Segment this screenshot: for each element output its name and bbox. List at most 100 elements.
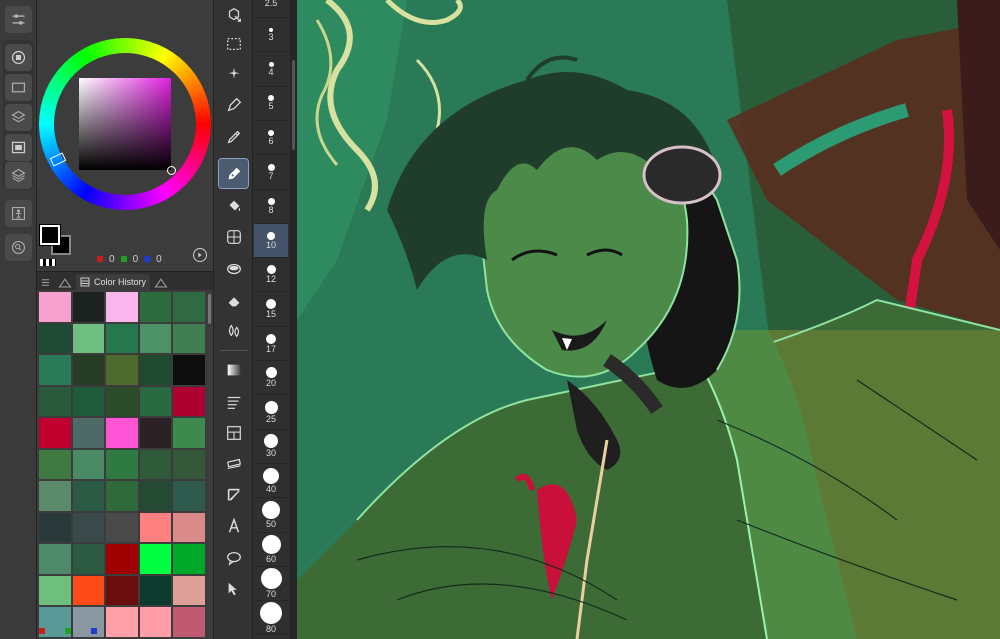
color-history-swatch[interactable] bbox=[139, 544, 171, 574]
color-history-swatch[interactable] bbox=[106, 418, 138, 448]
brush-size-item[interactable]: 6 bbox=[254, 121, 288, 156]
color-history-swatch[interactable] bbox=[106, 449, 138, 479]
frame-tool[interactable] bbox=[219, 418, 248, 447]
color-history-swatch[interactable] bbox=[39, 449, 71, 479]
color-history-swatch[interactable] bbox=[173, 323, 205, 353]
brush-size-item[interactable]: 50 bbox=[254, 499, 288, 533]
color-history-swatch[interactable] bbox=[173, 292, 205, 322]
brush-size-item[interactable]: 20 bbox=[254, 361, 288, 396]
layers-stack-icon[interactable] bbox=[5, 104, 32, 131]
color-history-swatch[interactable] bbox=[139, 323, 171, 353]
brush-size-item[interactable]: 25 bbox=[254, 396, 288, 430]
color-history-swatch[interactable] bbox=[39, 544, 71, 574]
brush-size-item[interactable]: 4 bbox=[254, 53, 288, 87]
sv-cursor[interactable] bbox=[167, 166, 176, 175]
operation-tool[interactable] bbox=[219, 0, 248, 29]
color-history-swatch[interactable] bbox=[106, 386, 138, 416]
brush-size-item[interactable]: 5 bbox=[254, 87, 288, 121]
tab-color-history[interactable]: Color History bbox=[76, 274, 151, 290]
color-panel-icon[interactable] bbox=[5, 44, 32, 71]
brush-size-item[interactable]: 2.5 bbox=[254, 0, 288, 18]
selection-tool[interactable] bbox=[219, 29, 248, 58]
color-history-swatch[interactable] bbox=[39, 292, 71, 322]
navigator-icon[interactable] bbox=[5, 134, 32, 161]
color-history-swatch[interactable] bbox=[173, 355, 205, 385]
brush-size-item[interactable]: 60 bbox=[254, 533, 288, 567]
color-wheel[interactable] bbox=[39, 38, 211, 210]
color-history-swatch[interactable] bbox=[139, 481, 171, 511]
color-history-swatch[interactable] bbox=[72, 418, 104, 448]
color-history-swatch[interactable] bbox=[139, 607, 171, 637]
color-history-swatch[interactable] bbox=[139, 449, 171, 479]
brush-size-item[interactable]: 10 bbox=[254, 224, 288, 259]
brush-size-item[interactable]: 30 bbox=[254, 430, 288, 464]
color-history-swatch[interactable] bbox=[72, 449, 104, 479]
color-history-swatch[interactable] bbox=[173, 607, 205, 637]
drawing-canvas[interactable] bbox=[297, 0, 1000, 639]
color-history-swatch[interactable] bbox=[72, 575, 104, 605]
correct-line-tool[interactable] bbox=[219, 480, 248, 509]
color-history-swatch[interactable] bbox=[139, 418, 171, 448]
color-history-swatch[interactable] bbox=[173, 544, 205, 574]
search-help-icon[interactable] bbox=[5, 234, 32, 261]
color-history-swatch[interactable] bbox=[106, 355, 138, 385]
brush-size-item[interactable]: 17 bbox=[254, 327, 288, 361]
text-tool[interactable] bbox=[219, 511, 248, 540]
color-history-swatch[interactable] bbox=[72, 386, 104, 416]
perspective-tool[interactable] bbox=[219, 222, 248, 251]
color-history-swatch[interactable] bbox=[173, 575, 205, 605]
color-history-swatch[interactable] bbox=[72, 512, 104, 542]
eraser-tool[interactable] bbox=[219, 286, 248, 315]
color-history-swatch[interactable] bbox=[72, 323, 104, 353]
brush-size-item[interactable]: 3 bbox=[254, 18, 288, 53]
color-history-swatch[interactable] bbox=[39, 418, 71, 448]
brush-size-item[interactable]: 8 bbox=[254, 190, 288, 224]
color-history-swatch[interactable] bbox=[39, 512, 71, 542]
color-history-swatch[interactable] bbox=[139, 386, 171, 416]
history-scrollbar[interactable] bbox=[208, 294, 211, 324]
color-history-swatch[interactable] bbox=[72, 544, 104, 574]
layer-panel-icon[interactable] bbox=[5, 74, 32, 101]
brush-size-scroll-thumb[interactable] bbox=[292, 60, 295, 150]
move-tool[interactable] bbox=[219, 574, 248, 603]
color-history-swatch[interactable] bbox=[106, 544, 138, 574]
color-history-swatch[interactable] bbox=[173, 512, 205, 542]
material-icon[interactable] bbox=[5, 162, 32, 189]
saturation-value-square[interactable] bbox=[79, 78, 171, 170]
color-history-swatch[interactable] bbox=[139, 575, 171, 605]
gradient-tool[interactable] bbox=[219, 355, 248, 384]
color-history-swatch[interactable] bbox=[106, 575, 138, 605]
color-history-swatch[interactable] bbox=[72, 292, 104, 322]
brush-size-item[interactable]: 7 bbox=[254, 156, 288, 190]
color-history-swatch[interactable] bbox=[39, 355, 71, 385]
eyedropper-tool[interactable] bbox=[219, 122, 248, 151]
decoration-tool[interactable] bbox=[219, 254, 248, 283]
panel-menu-icon[interactable] bbox=[37, 274, 54, 290]
color-history-swatch[interactable] bbox=[139, 512, 171, 542]
auto-select-tool[interactable] bbox=[219, 59, 248, 88]
color-history-swatch[interactable] bbox=[39, 575, 71, 605]
color-mode-next-icon[interactable] bbox=[193, 248, 207, 262]
tab-intermediate-color[interactable] bbox=[150, 274, 172, 290]
ruler-tool[interactable] bbox=[219, 449, 248, 478]
color-history-swatch[interactable] bbox=[173, 386, 205, 416]
color-history-swatch[interactable] bbox=[106, 292, 138, 322]
figure-pose-icon[interactable] bbox=[5, 200, 32, 227]
transparent-color-swatch[interactable] bbox=[40, 259, 56, 266]
color-history-swatch[interactable] bbox=[173, 481, 205, 511]
brush-size-item[interactable]: 70 bbox=[254, 567, 288, 602]
color-history-swatch[interactable] bbox=[106, 512, 138, 542]
brush-size-item[interactable]: 80 bbox=[254, 601, 288, 636]
balloon-tool[interactable] bbox=[219, 543, 248, 572]
color-history-swatch[interactable] bbox=[106, 481, 138, 511]
color-history-swatch[interactable] bbox=[173, 449, 205, 479]
brush-size-item[interactable]: 12 bbox=[254, 258, 288, 293]
color-history-swatch[interactable] bbox=[139, 355, 171, 385]
color-history-swatch[interactable] bbox=[139, 292, 171, 322]
color-history-swatch[interactable] bbox=[72, 481, 104, 511]
blend-tool[interactable] bbox=[219, 316, 248, 345]
color-history-swatch[interactable] bbox=[39, 481, 71, 511]
fill-tool[interactable] bbox=[219, 191, 248, 220]
pen-tool[interactable] bbox=[219, 90, 248, 119]
color-history-swatch[interactable] bbox=[106, 607, 138, 637]
